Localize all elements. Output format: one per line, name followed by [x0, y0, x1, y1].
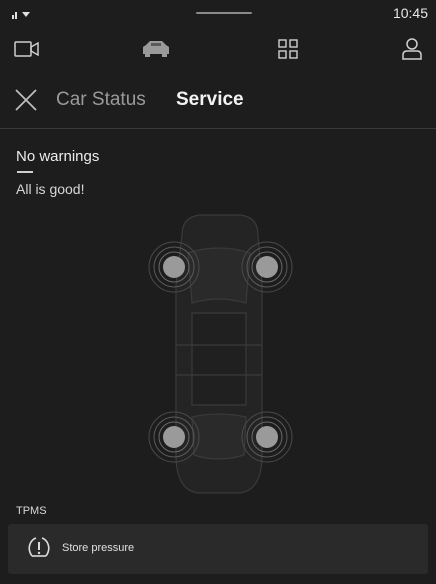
- car-body: [175, 214, 263, 494]
- status-subtitle: All is good!: [16, 181, 85, 197]
- clock-time: 10:45: [392, 5, 428, 21]
- store-pressure-button[interactable]: Store pressure: [8, 524, 428, 574]
- tab-car-status[interactable]: Car Status: [56, 89, 146, 111]
- close-button[interactable]: [12, 86, 40, 114]
- apps-grid-icon[interactable]: [270, 34, 306, 64]
- tab-service[interactable]: Service: [176, 89, 244, 111]
- close-icon: [15, 89, 37, 111]
- header: Car Status Service: [0, 72, 436, 129]
- camera-icon[interactable]: [10, 34, 46, 64]
- car-illustration: [148, 214, 293, 494]
- status-title: No warnings: [16, 148, 100, 165]
- top-nav: [0, 28, 436, 68]
- status-bar: 10:45: [0, 0, 436, 24]
- signal-icon: [12, 12, 30, 19]
- store-pressure-label: Store pressure: [62, 542, 135, 554]
- tpms-section-label: TPMS: [16, 505, 47, 517]
- tire-pressure-warning-icon: [28, 537, 50, 557]
- car-icon[interactable]: [138, 34, 174, 64]
- profile-icon[interactable]: [394, 34, 430, 64]
- drag-handle[interactable]: [196, 12, 252, 14]
- status-divider: [17, 171, 33, 173]
